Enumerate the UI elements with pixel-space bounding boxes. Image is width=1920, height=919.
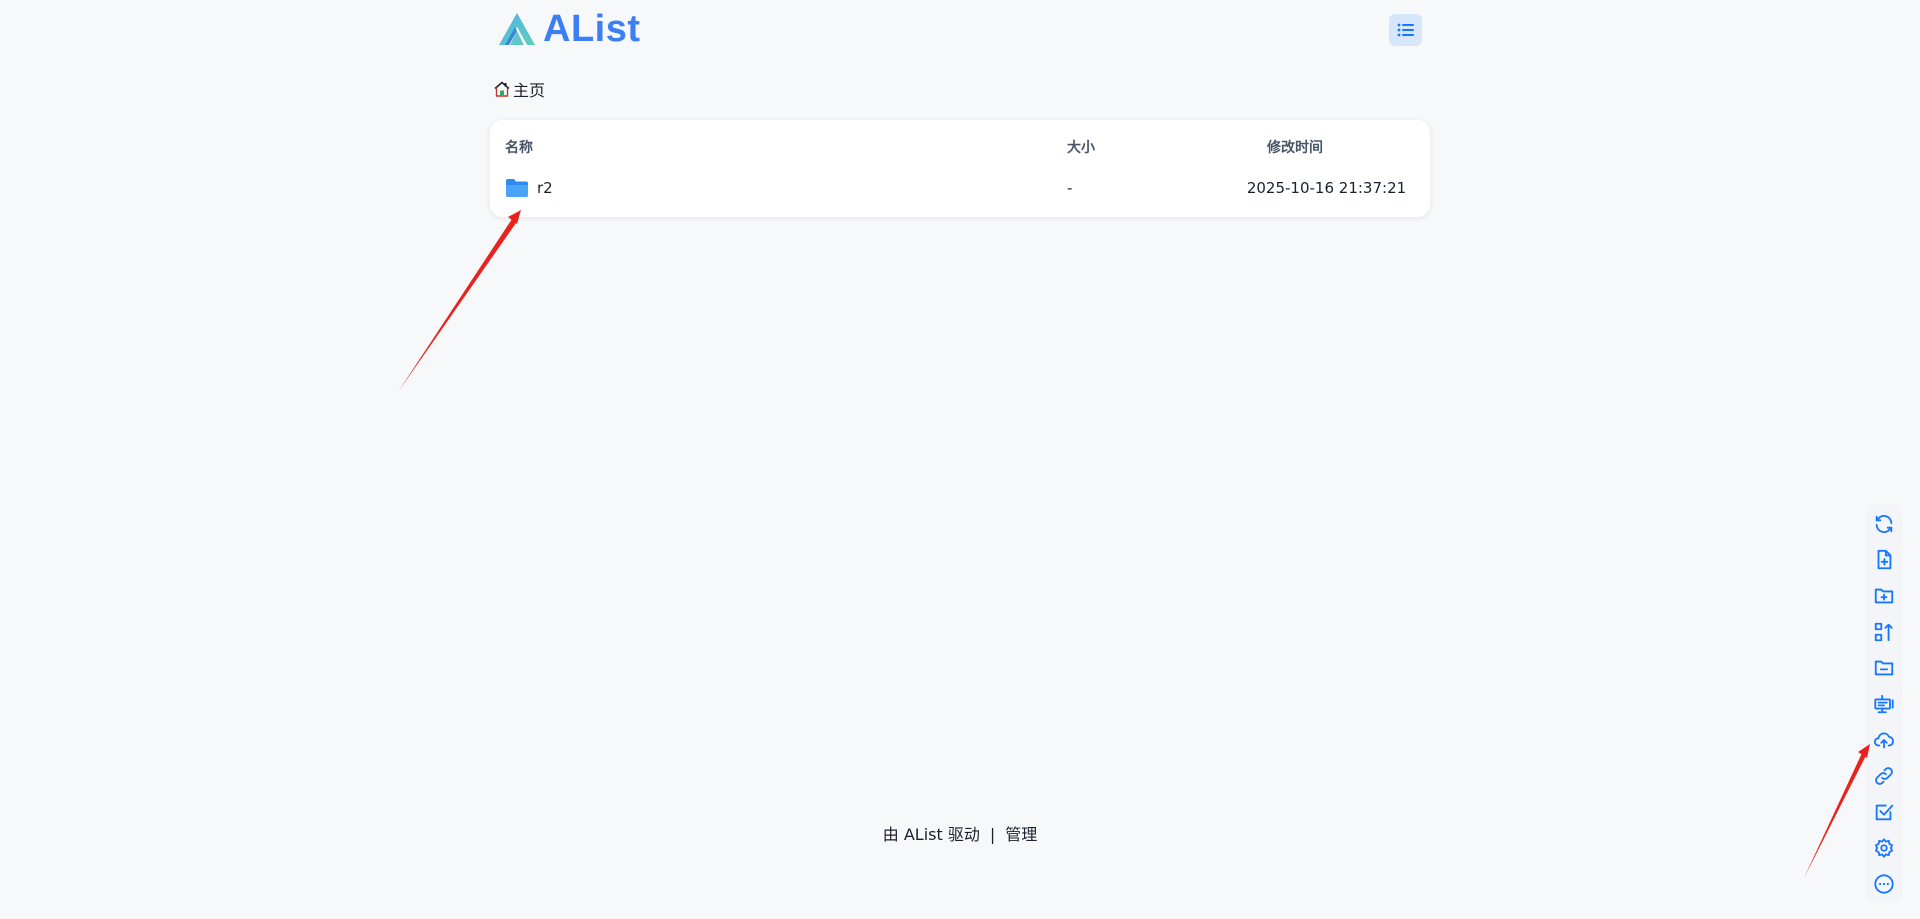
offline-download-icon: [1874, 694, 1894, 714]
breadcrumb-home-link[interactable]: 主页: [513, 77, 545, 101]
breadcrumb: 主页: [493, 77, 545, 101]
offline-download-button[interactable]: [1872, 692, 1896, 716]
brand-name: AList: [543, 8, 641, 50]
link-button[interactable]: [1872, 764, 1896, 788]
manage-link[interactable]: 管理: [1005, 821, 1037, 845]
refresh-button[interactable]: [1872, 512, 1896, 536]
annotation-arrow-upload: [1804, 744, 1870, 878]
new-file-icon: [1877, 549, 1892, 570]
checkbox-icon: [1875, 804, 1894, 821]
column-header-modified[interactable]: 修改时间: [1267, 137, 1323, 157]
sort-icon: [1874, 622, 1893, 642]
link-icon: [1875, 767, 1893, 785]
alist-logo-icon: [499, 13, 535, 45]
new-folder-icon: [1874, 588, 1894, 604]
brand-logo[interactable]: AList: [497, 8, 641, 50]
file-name[interactable]: r2: [537, 179, 553, 197]
footer: 由 AList 驱动 | 管理: [0, 821, 1920, 845]
header: AList: [490, 0, 1430, 60]
settings-button[interactable]: [1872, 836, 1896, 860]
folder-collapse-button[interactable]: [1872, 656, 1896, 680]
file-list: 名称 大小 修改时间 r2 - 2025-10-16 21:37:21: [490, 120, 1430, 217]
new-folder-button[interactable]: [1872, 584, 1896, 608]
upload-button[interactable]: [1872, 728, 1896, 752]
folder-icon: [506, 179, 528, 197]
annotation-arrow-file: [398, 210, 521, 392]
file-modified: 2025-10-16 21:37:21: [1246, 179, 1407, 197]
layout-toggle-button[interactable]: [1389, 14, 1422, 46]
new-file-button[interactable]: [1872, 548, 1896, 572]
file-size: -: [1067, 179, 1073, 197]
refresh-icon: [1875, 515, 1893, 533]
more-icon: [1874, 874, 1894, 894]
folder-collapse-icon: [1874, 660, 1894, 676]
right-toolbar: [1866, 504, 1902, 902]
column-header-name[interactable]: 名称: [505, 137, 533, 157]
select-mode-button[interactable]: [1872, 800, 1896, 824]
list-view-icon: [1397, 23, 1414, 37]
footer-separator: |: [989, 825, 996, 844]
home-icon[interactable]: [493, 80, 511, 98]
settings-icon: [1875, 838, 1893, 858]
upload-icon: [1873, 732, 1894, 749]
sort-button[interactable]: [1872, 620, 1896, 644]
powered-by-link[interactable]: 由 AList 驱动: [883, 821, 980, 845]
column-header-size[interactable]: 大小: [1067, 137, 1095, 157]
more-button[interactable]: [1872, 872, 1896, 896]
file-row[interactable]: r2 - 2025-10-16 21:37:21: [490, 172, 1430, 206]
